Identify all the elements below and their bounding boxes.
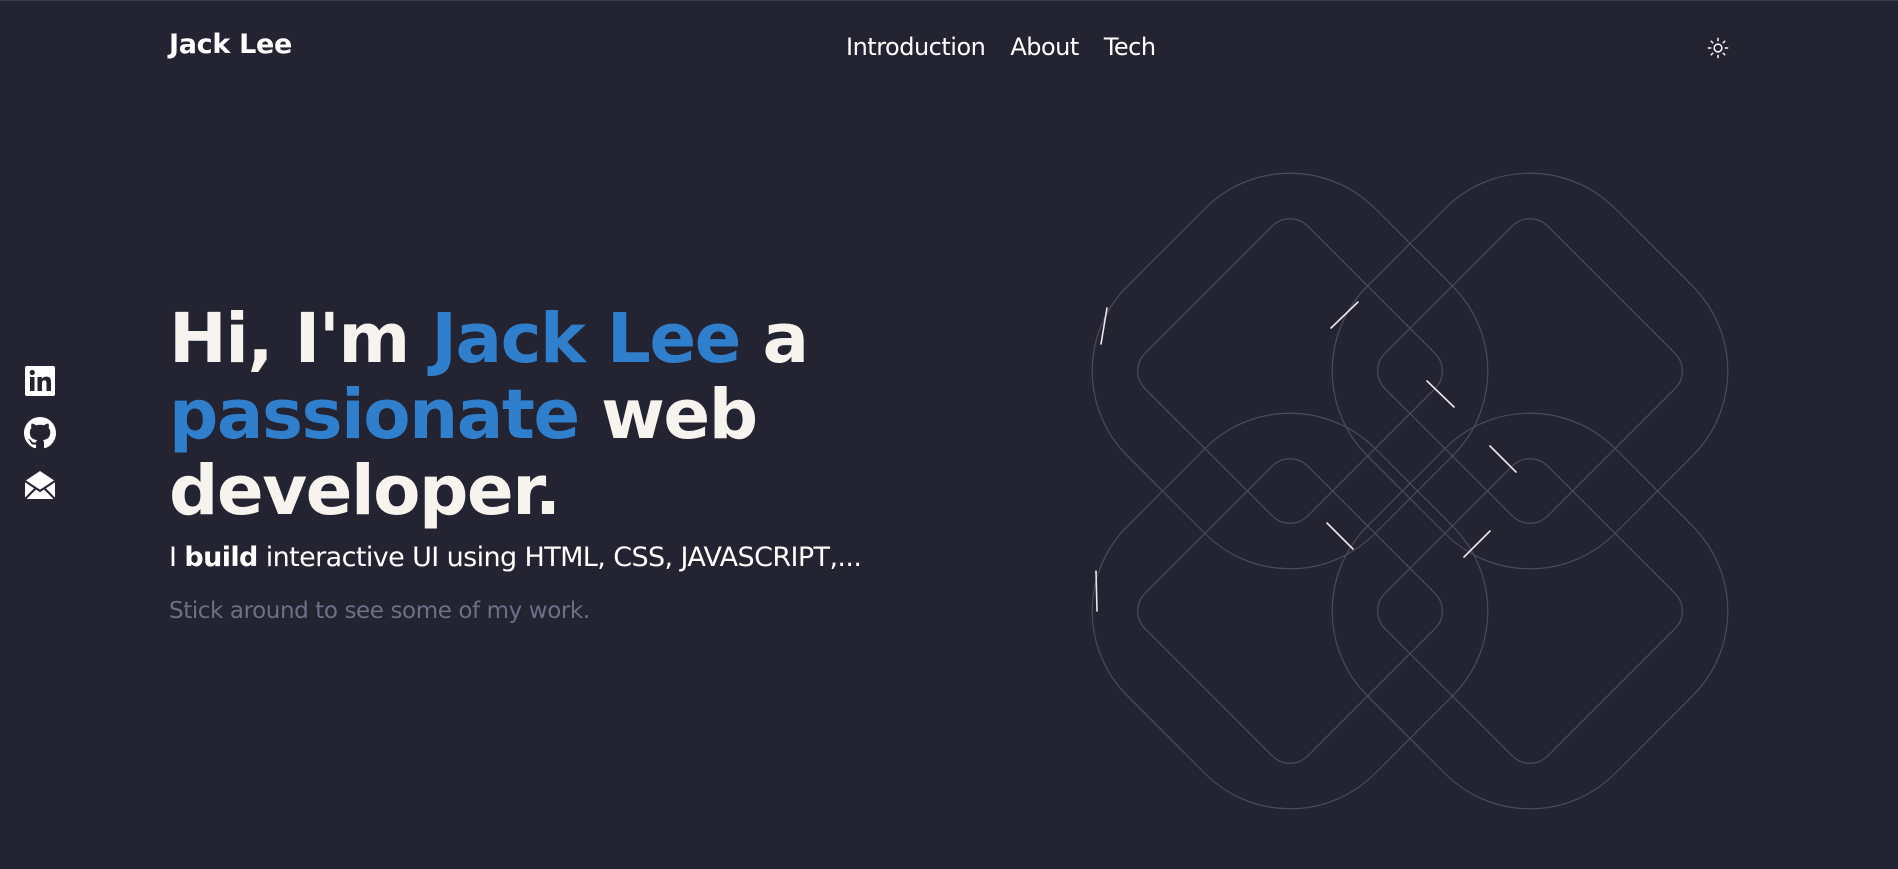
hero-sub-prefix: I (169, 542, 185, 573)
main-nav: Introduction About Tech (846, 33, 1181, 61)
hero-sub-bold: build (184, 542, 258, 573)
hero-title: Hi, I'm Jack Lee a passionate web develope… (169, 301, 969, 529)
hero-developer: developer. (169, 451, 561, 531)
hero-passionate: passionate (169, 375, 580, 455)
github-link[interactable] (24, 417, 56, 449)
social-links (24, 365, 56, 501)
nav-introduction[interactable]: Introduction (846, 33, 986, 61)
hero-subtitle: I build interactive UI using HTML, CSS, … (169, 542, 862, 573)
hero-note: Stick around to see some of my work. (169, 598, 590, 624)
hero-after-passionate: web (578, 375, 758, 455)
hero-name: Jack Lee (431, 299, 741, 379)
hero-greeting: Hi, I'm (169, 299, 432, 379)
theme-toggle-button[interactable] (1704, 34, 1732, 62)
brand-logo[interactable]: Jack Lee (169, 29, 292, 60)
email-link[interactable] (24, 469, 56, 501)
linkedin-icon (25, 366, 55, 396)
github-icon (24, 417, 56, 449)
hero-after-name: a (739, 299, 809, 379)
page: Jack Lee Introduction About Tech Hi, I'm… (0, 0, 1898, 869)
hero-sub-rest: interactive UI using HTML, CSS, JAVASCRI… (257, 542, 862, 573)
sun-icon (1707, 37, 1729, 59)
nav-tech[interactable]: Tech (1104, 33, 1156, 61)
decorative-knot-illustration (1091, 172, 1729, 810)
nav-about[interactable]: About (1010, 33, 1079, 61)
email-icon (24, 471, 56, 500)
linkedin-link[interactable] (24, 365, 56, 397)
